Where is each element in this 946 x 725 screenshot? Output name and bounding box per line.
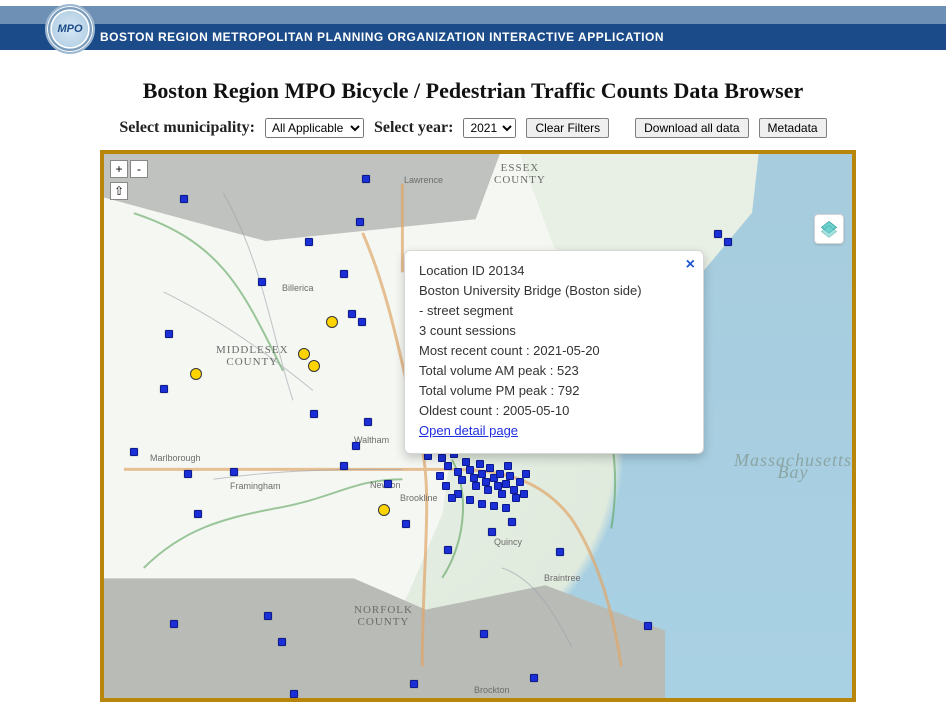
page-title: Boston Region MPO Bicycle / Pedestrian T… <box>0 78 946 104</box>
label-brockton: Brockton <box>474 684 510 696</box>
popup-line: Location ID 20134 <box>419 261 689 281</box>
map-point[interactable] <box>352 442 360 450</box>
map-point[interactable] <box>402 520 410 528</box>
zoom-out-button[interactable]: - <box>130 160 148 178</box>
mpo-logo: MPO <box>45 4 95 54</box>
map-point[interactable] <box>530 674 538 682</box>
popup-line: Most recent count : 2021-05-20 <box>419 341 689 361</box>
label-billerica: Billerica <box>282 282 314 294</box>
popup-line: Total volume PM peak : 792 <box>419 381 689 401</box>
map-point-year[interactable] <box>308 360 320 372</box>
banner-main: BOSTON REGION METROPOLITAN PLANNING ORGA… <box>0 24 946 50</box>
layers-icon <box>819 219 839 239</box>
map-point[interactable] <box>160 385 168 393</box>
label-marlborough: Marlborough <box>150 452 201 464</box>
map-point[interactable] <box>364 418 372 426</box>
banner-stripe <box>0 6 946 24</box>
map-point[interactable] <box>290 690 298 698</box>
map-point[interactable] <box>258 278 266 286</box>
reset-extent: ⇧ <box>110 182 128 200</box>
map-point[interactable] <box>340 462 348 470</box>
label-quincy: Quincy <box>494 536 522 548</box>
map-point[interactable] <box>488 528 496 536</box>
app-banner: BOSTON REGION METROPOLITAN PLANNING ORGA… <box>0 6 946 48</box>
label-bay: MassachusettsBay <box>734 454 852 478</box>
download-all-button[interactable]: Download all data <box>635 118 748 138</box>
map-point[interactable] <box>384 480 392 488</box>
map-point[interactable] <box>278 638 286 646</box>
metadata-button[interactable]: Metadata <box>759 118 827 138</box>
map-point[interactable] <box>410 680 418 688</box>
zoom-in-button[interactable]: + <box>110 160 128 178</box>
label-middlesex: MIDDLESEXCOUNTY <box>216 344 289 368</box>
map-point[interactable] <box>508 518 516 526</box>
map-point[interactable] <box>340 270 348 278</box>
label-norfolk: NORFOLKCOUNTY <box>354 604 413 628</box>
zoom-controls: + - <box>110 160 148 178</box>
map-point[interactable] <box>444 546 452 554</box>
year-label: Select year: <box>374 119 454 137</box>
map-point[interactable] <box>356 218 364 226</box>
map-point[interactable] <box>165 330 173 338</box>
map-point[interactable] <box>310 410 318 418</box>
municipality-label: Select municipality: <box>119 119 255 137</box>
layer-toggle-button[interactable] <box>814 214 844 244</box>
clear-filters-button[interactable]: Clear Filters <box>526 118 609 138</box>
popup-line: - street segment <box>419 301 689 321</box>
map[interactable]: + - ⇧ ESSEXCOUNTY MIDDLESEXCOUNTY NORFOL… <box>100 150 856 702</box>
map-popup: × Location ID 20134 Boston University Br… <box>404 250 704 454</box>
map-point[interactable] <box>724 238 732 246</box>
map-point[interactable] <box>305 238 313 246</box>
reset-extent-button[interactable]: ⇧ <box>110 182 128 200</box>
map-point[interactable] <box>194 510 202 518</box>
map-point[interactable] <box>358 318 366 326</box>
popup-line: 3 count sessions <box>419 321 689 341</box>
label-braintree: Braintree <box>544 572 581 584</box>
map-point[interactable] <box>348 310 356 318</box>
popup-line: Boston University Bridge (Boston side) <box>419 281 689 301</box>
map-point[interactable] <box>556 548 564 556</box>
year-select[interactable]: 2021 <box>463 118 516 138</box>
label-essex: ESSEXCOUNTY <box>494 162 546 186</box>
popup-detail-link[interactable]: Open detail page <box>419 423 518 438</box>
banner-title: BOSTON REGION METROPOLITAN PLANNING ORGA… <box>100 30 664 44</box>
map-point[interactable] <box>362 175 370 183</box>
map-point-year[interactable] <box>326 316 338 328</box>
popup-close-icon[interactable]: × <box>686 255 695 275</box>
controls-row: Select municipality: All Applicable Sele… <box>0 118 946 138</box>
label-lawrence: Lawrence <box>404 174 443 186</box>
map-point-year[interactable] <box>378 504 390 516</box>
map-point[interactable] <box>184 470 192 478</box>
mpo-logo-text: MPO <box>47 6 93 52</box>
map-point-year[interactable] <box>190 368 202 380</box>
map-point[interactable] <box>130 448 138 456</box>
map-point[interactable] <box>170 620 178 628</box>
map-point[interactable] <box>180 195 188 203</box>
municipality-select[interactable]: All Applicable <box>265 118 364 138</box>
map-point[interactable] <box>714 230 722 238</box>
popup-line: Oldest count : 2005-05-10 <box>419 401 689 421</box>
popup-line: Total volume AM peak : 523 <box>419 361 689 381</box>
label-framingham: Framingham <box>230 480 281 492</box>
map-point[interactable] <box>480 630 488 638</box>
label-brookline: Brookline <box>400 492 438 504</box>
map-point-year[interactable] <box>298 348 310 360</box>
map-point[interactable] <box>264 612 272 620</box>
map-point[interactable] <box>230 468 238 476</box>
map-point[interactable] <box>644 622 652 630</box>
